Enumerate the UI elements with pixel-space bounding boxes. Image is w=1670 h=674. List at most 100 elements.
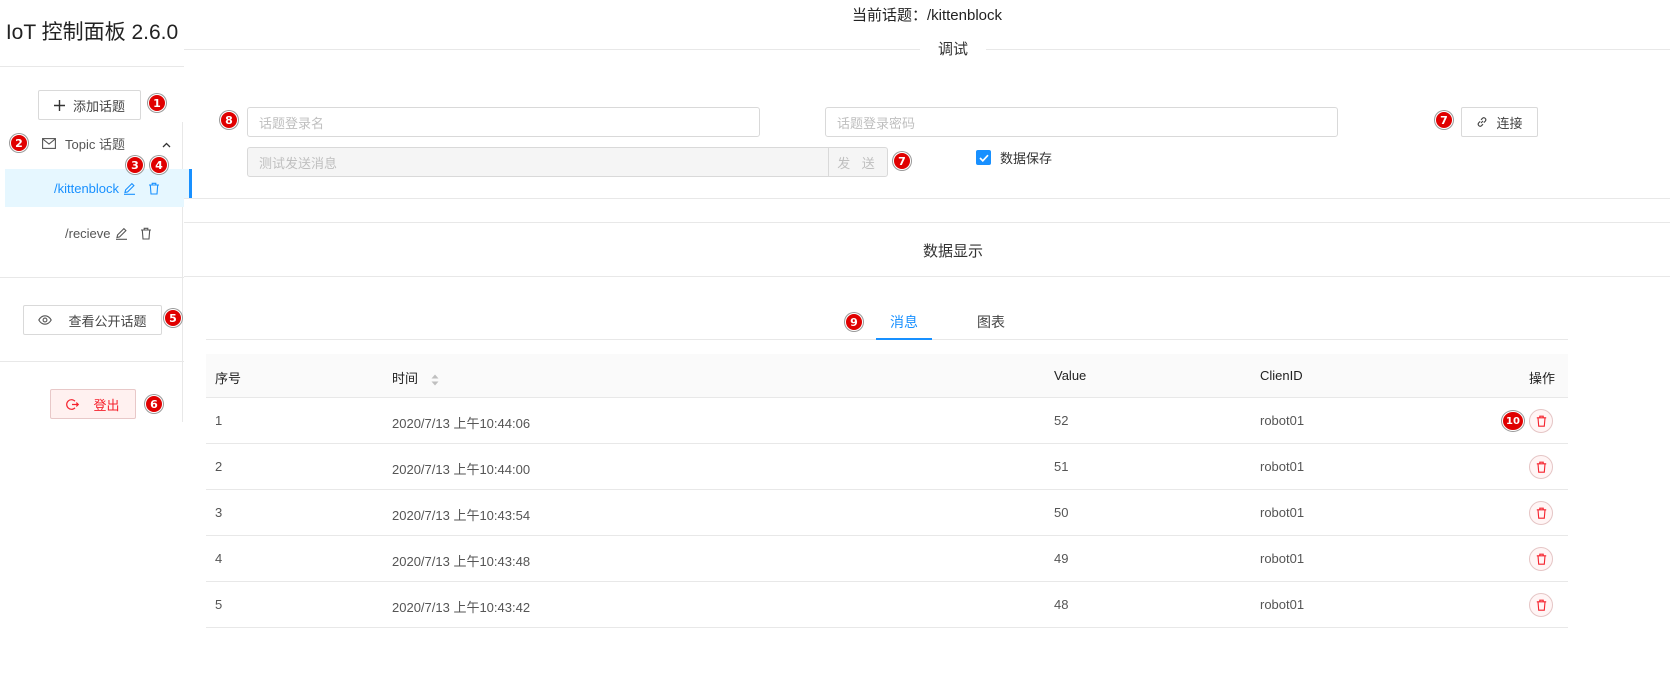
topic-login-password-input[interactable]: 话题登录密码: [825, 107, 1338, 137]
cell-value: 52: [1054, 413, 1069, 428]
trash-icon: [1536, 415, 1546, 427]
delete-row-button[interactable]: [1529, 501, 1553, 525]
delete-row-button[interactable]: [1529, 409, 1553, 433]
topic-label: /kittenblock: [54, 180, 120, 196]
connect-button[interactable]: 连接: [1461, 107, 1538, 137]
column-header-client-id: ClienID: [1260, 368, 1303, 383]
messages-table: 序号 时间 Value ClienID 操作 1 2020/7/13 上午10:…: [206, 354, 1568, 628]
cell-client-id: robot01: [1260, 413, 1305, 428]
annotation-badge: 3: [126, 156, 144, 174]
column-header-time[interactable]: 时间: [392, 368, 439, 387]
cell-client-id: robot01: [1260, 597, 1305, 612]
cell-index: 4: [215, 551, 223, 566]
cell-value: 51: [1054, 459, 1069, 474]
cell-time: 2020/7/13 上午10:43:54: [392, 508, 531, 523]
logout-label: 登出: [93, 397, 120, 413]
cell-client-id: robot01: [1260, 459, 1305, 474]
topic-group-label: Topic 话题: [65, 136, 125, 152]
sort-icon[interactable]: [431, 374, 439, 386]
view-public-topics-button[interactable]: 查看公开话题: [23, 305, 162, 335]
cell-client-id: robot01: [1260, 505, 1305, 520]
save-data-checkbox[interactable]: 数据保存: [976, 148, 1052, 167]
send-button[interactable]: 发 送: [828, 147, 888, 177]
cell-time: 2020/7/13 上午10:43:48: [392, 554, 531, 569]
delete-row-button[interactable]: [1529, 593, 1553, 617]
topic-group-header[interactable]: Topic 话题: [42, 132, 177, 154]
delete-row-button[interactable]: [1529, 455, 1553, 479]
cell-index: 3: [215, 505, 223, 520]
cell-time: 2020/7/13 上午10:43:42: [392, 600, 531, 615]
connect-label: 连接: [1496, 115, 1523, 131]
section-separator: [184, 198, 1670, 223]
add-topic-button[interactable]: 添加话题: [38, 90, 141, 120]
trash-icon[interactable]: [148, 182, 160, 195]
trash-icon: [1536, 461, 1546, 473]
sidebar-border: [182, 122, 183, 422]
annotation-badge: 1: [148, 94, 166, 112]
cell-index: 5: [215, 597, 223, 612]
display-tabs: 消息 图表: [206, 306, 1568, 340]
link-icon: [1476, 116, 1488, 128]
table-header: 序号 时间 Value ClienID 操作: [206, 354, 1568, 398]
trash-icon: [1536, 507, 1546, 519]
sidebar-divider: [0, 66, 184, 67]
trash-icon: [1536, 553, 1546, 565]
column-header-index: 序号: [215, 371, 242, 386]
annotation-badge: 6: [145, 395, 163, 413]
add-topic-label: 添加话题: [72, 98, 125, 114]
display-divider: [184, 276, 1670, 277]
logout-button[interactable]: 登出: [50, 389, 136, 419]
cell-time: 2020/7/13 上午10:44:06: [392, 416, 531, 431]
annotation-badge: 7: [893, 152, 911, 170]
annotation-badge: 8: [220, 111, 238, 129]
cell-client-id: robot01: [1260, 551, 1305, 566]
cell-time: 2020/7/13 上午10:44:00: [392, 462, 531, 477]
test-message-placeholder: 测试发送消息: [259, 155, 338, 171]
edit-icon[interactable]: [115, 227, 128, 240]
column-header-value: Value: [1054, 368, 1087, 383]
test-message-input[interactable]: 测试发送消息: [247, 147, 829, 177]
debug-section-title: 调试: [920, 38, 986, 59]
column-header-time-label: 时间: [392, 371, 419, 386]
chevron-up-icon: [162, 136, 171, 151]
column-header-actions: 操作: [1528, 371, 1555, 386]
topic-login-name-input[interactable]: 话题登录名: [247, 107, 760, 137]
sidebar-divider: [0, 277, 184, 278]
save-data-label: 数据保存: [1000, 151, 1053, 166]
sidebar-item-recieve[interactable]: /recieve: [5, 214, 192, 252]
mail-icon: [42, 137, 56, 149]
edit-icon[interactable]: [123, 182, 136, 195]
trash-icon: [1536, 599, 1546, 611]
tab-messages[interactable]: 消息: [890, 312, 918, 332]
table-row: 4 2020/7/13 上午10:43:48 49 robot01: [206, 536, 1568, 582]
annotation-badge: 5: [164, 309, 182, 327]
view-public-topics-label: 查看公开话题: [68, 313, 147, 329]
trash-icon[interactable]: [140, 227, 152, 240]
eye-icon: [38, 315, 53, 325]
delete-row-button[interactable]: [1529, 547, 1553, 571]
sidebar-item-kittenblock[interactable]: /kittenblock: [5, 169, 192, 207]
cell-index: 1: [215, 413, 223, 428]
table-row: 5 2020/7/13 上午10:43:42 48 robot01: [206, 582, 1568, 628]
cell-value: 49: [1054, 551, 1069, 566]
table-row: 3 2020/7/13 上午10:43:54 50 robot01: [206, 490, 1568, 536]
app-title: IoT 控制面板 2.6.0: [5, 21, 179, 44]
annotation-badge: 4: [150, 156, 168, 174]
cell-index: 2: [215, 459, 223, 474]
table-row: 1 2020/7/13 上午10:44:06 52 robot01: [206, 398, 1568, 444]
annotation-badge: 7: [1435, 111, 1453, 129]
checkbox-checked-icon[interactable]: [976, 150, 991, 165]
topic-login-name-placeholder: 话题登录名: [259, 115, 325, 131]
cell-value: 50: [1054, 505, 1069, 520]
tab-chart[interactable]: 图表: [977, 312, 1005, 332]
logout-icon: [66, 398, 80, 411]
current-topic-title: 当前话题：/kittenblock: [851, 7, 1003, 24]
annotation-badge: 2: [10, 134, 28, 152]
topic-label: /recieve: [65, 225, 111, 241]
plus-icon: [53, 99, 65, 111]
data-display-title: 数据显示: [922, 243, 983, 260]
annotation-badge: 10: [1502, 411, 1524, 431]
topic-login-password-placeholder: 话题登录密码: [837, 115, 916, 131]
table-row: 2 2020/7/13 上午10:44:00 51 robot01: [206, 444, 1568, 490]
sidebar-divider: [0, 361, 184, 362]
